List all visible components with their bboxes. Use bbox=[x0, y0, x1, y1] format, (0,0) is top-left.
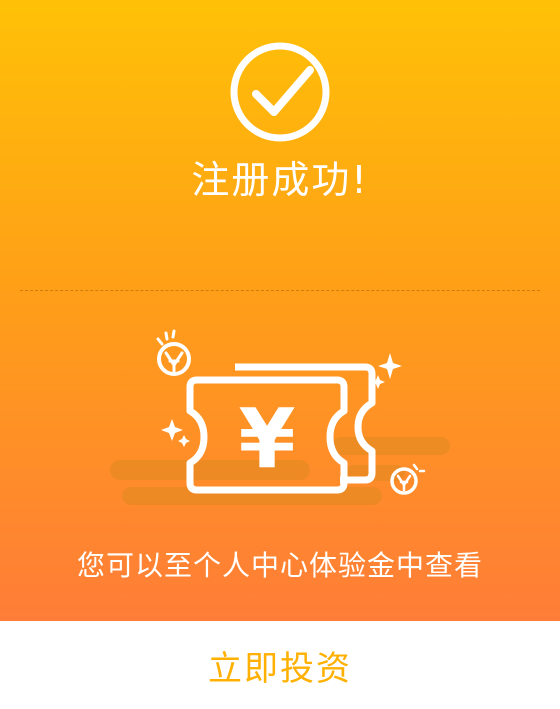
dashed-divider bbox=[20, 290, 540, 291]
coin-icon bbox=[156, 329, 191, 376]
page-title: 注册成功! bbox=[191, 158, 369, 202]
coupon-illustration: ¥ bbox=[110, 329, 450, 505]
invest-now-label: 立即投资 bbox=[208, 648, 352, 689]
check-circle-icon bbox=[230, 42, 330, 142]
registration-success-page: 注册成功! ¥ 您可以至个人中心体验金中查看 立即投资 bbox=[0, 0, 560, 709]
invest-now-button[interactable]: 立即投资 bbox=[0, 621, 560, 709]
yuan-glyph: ¥ bbox=[238, 392, 295, 487]
success-hero: 注册成功! ¥ 您可以至个人中心体验金中查看 bbox=[0, 0, 560, 621]
info-message: 您可以至个人中心体验金中查看 bbox=[76, 549, 483, 582]
